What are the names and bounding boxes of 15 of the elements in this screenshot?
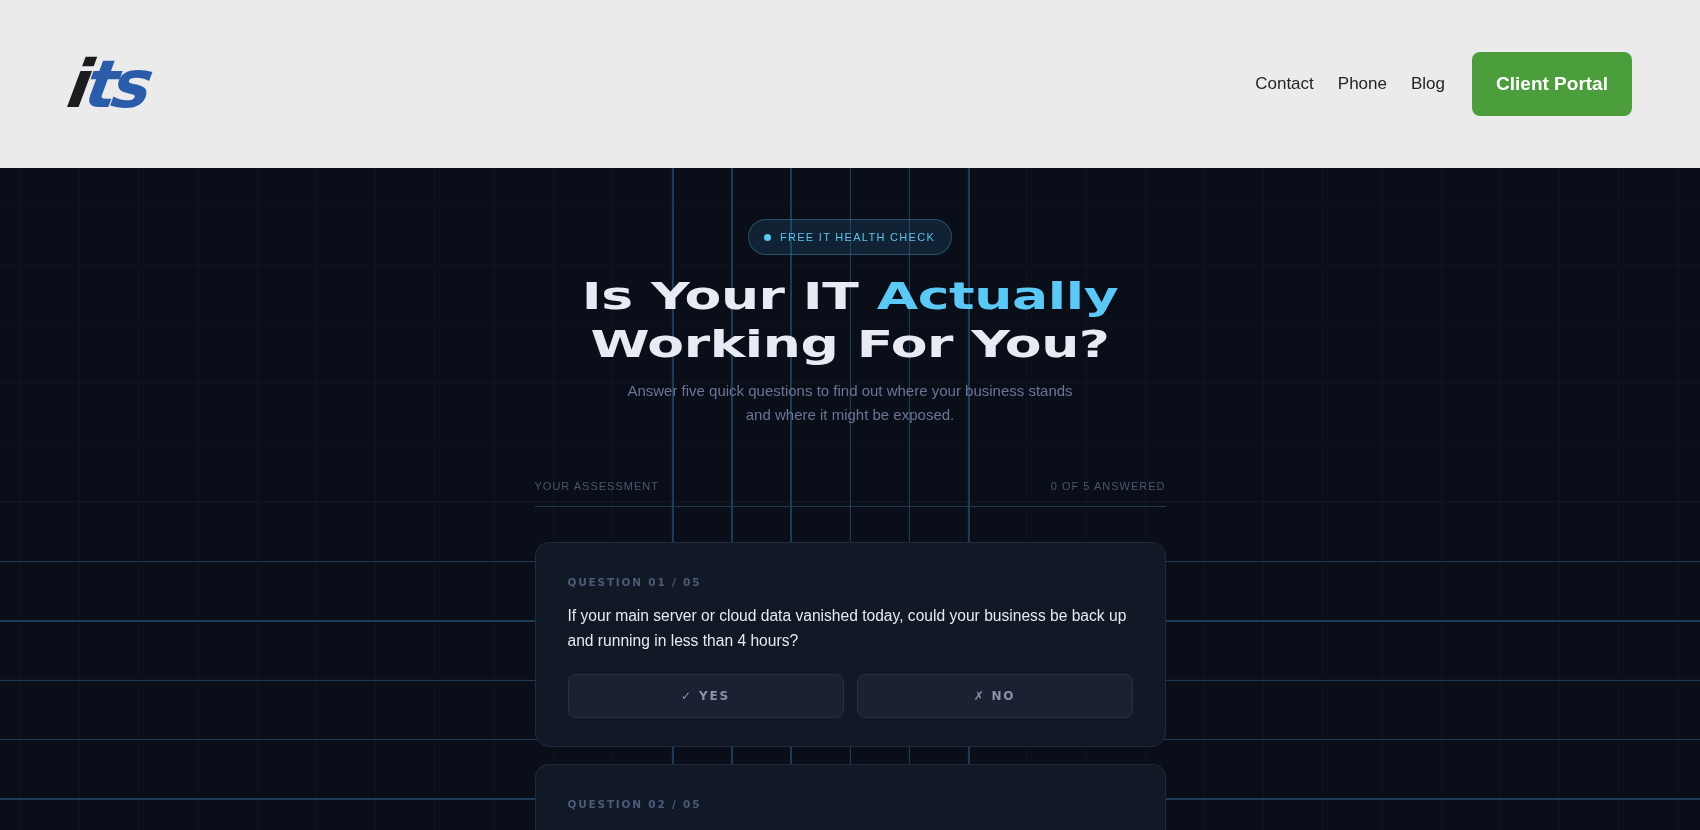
headline: Is Your IT Actually Working For You?	[580, 273, 1120, 369]
nav-link[interactable]: Blog	[1410, 71, 1445, 97]
question-number: QUESTION 01 / 05	[567, 575, 703, 591]
question-text: If your main server or cloud data vanished today, could your business be back up and running in less than 4 hours?	[567, 606, 1128, 652]
answer-button[interactable]: ✓ YES	[567, 674, 844, 719]
answer-button[interactable]: ✗ NO	[856, 674, 1133, 719]
question-number: QUESTION 02 / 05	[567, 797, 703, 813]
dot-icon	[763, 233, 771, 241]
answered-count: 0 OF 5 ANSWERED	[1050, 479, 1166, 495]
badge-label: FREE IT HEALTH CHECK	[779, 229, 936, 245]
brand-logo[interactable]: its	[63, 52, 154, 118]
nav-link[interactable]: Contact	[1255, 71, 1314, 97]
assessment-label: YOUR ASSESSMENT	[534, 479, 659, 495]
subtitle: Answer five quick questions to find out where your business stands and where it might be exposed.	[626, 381, 1074, 426]
nav-link[interactable]: Phone	[1337, 71, 1387, 97]
